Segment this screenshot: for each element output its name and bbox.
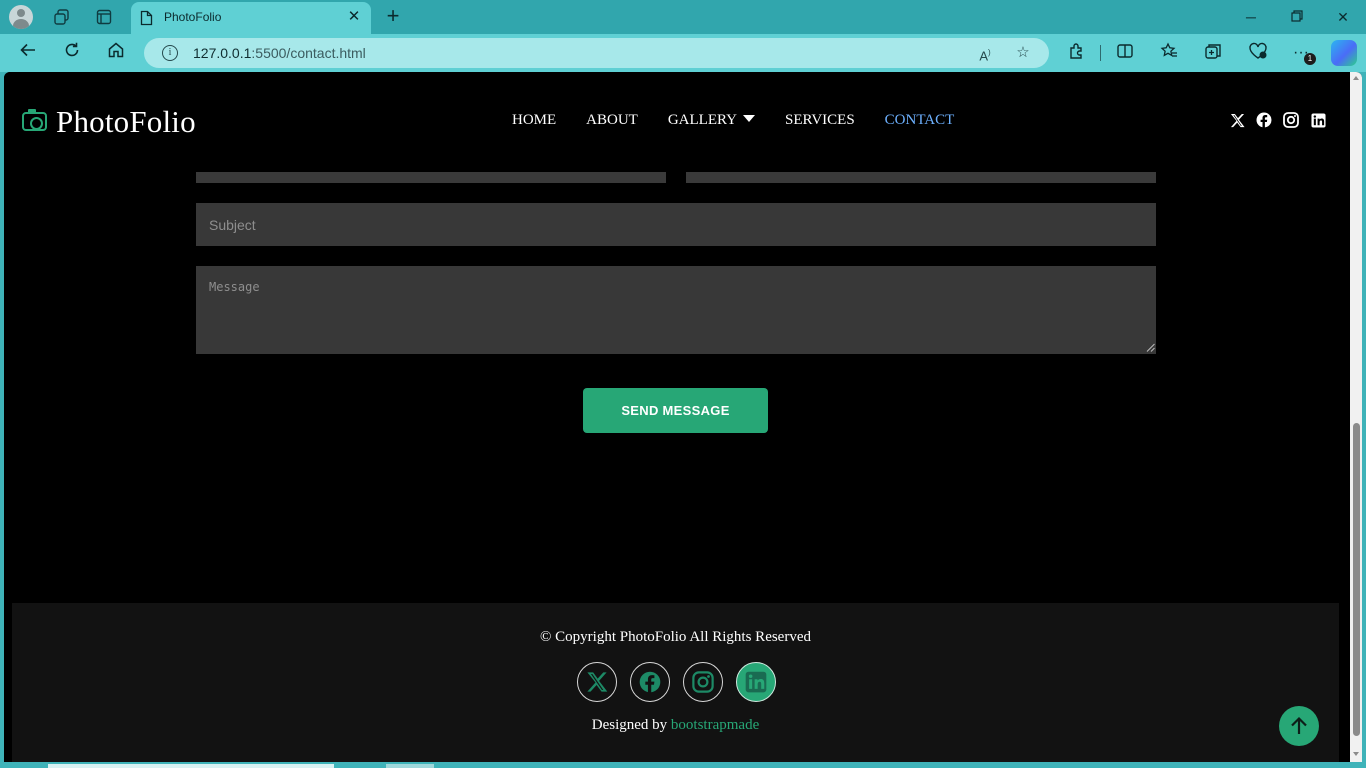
send-message-button[interactable]: SEND MESSAGE xyxy=(583,388,768,433)
main-nav: HOME ABOUT GALLERY SERVICES CONTACT xyxy=(512,112,954,132)
nav-contact[interactable]: CONTACT xyxy=(885,112,955,132)
designed-by: Designed by bootstrapmade xyxy=(12,717,1339,734)
copilot-icon[interactable] xyxy=(1331,40,1357,66)
subject-input[interactable] xyxy=(196,203,1156,246)
page-icon xyxy=(140,10,153,26)
scrollbar-thumb[interactable] xyxy=(1353,423,1360,736)
message-textarea[interactable] xyxy=(196,266,1156,354)
browser-toolbar: i 127.0.0.1:5500/contact.html A) ☆ ··· 1 xyxy=(0,34,1366,72)
address-url[interactable]: 127.0.0.1:5500/contact.html xyxy=(193,45,366,61)
back-icon[interactable] xyxy=(16,41,40,65)
site-footer: © Copyright PhotoFolio All Rights Reserv… xyxy=(12,603,1339,762)
footer-linkedin-icon[interactable] xyxy=(736,662,776,702)
close-tab-icon[interactable]: ✕ xyxy=(345,8,363,26)
linkedin-icon[interactable] xyxy=(1310,112,1326,128)
taskbar-preview-strip xyxy=(0,762,1366,768)
minimize-icon[interactable]: ─ xyxy=(1239,6,1263,28)
tab-title: PhotoFolio xyxy=(164,10,222,24)
name-field[interactable] xyxy=(196,172,666,183)
profile-avatar-icon[interactable] xyxy=(9,5,33,29)
extensions-icon[interactable] xyxy=(1066,42,1088,64)
favorites-icon[interactable] xyxy=(1158,42,1180,64)
footer-instagram-icon[interactable] xyxy=(683,662,723,702)
footer-social-links xyxy=(577,662,776,702)
footer-x-icon[interactable] xyxy=(577,662,617,702)
scroll-to-top-button[interactable] xyxy=(1279,706,1319,746)
address-bar[interactable]: i 127.0.0.1:5500/contact.html A) ☆ xyxy=(144,38,1049,68)
site-logo[interactable]: PhotoFolio xyxy=(56,104,196,140)
scroll-up-icon[interactable] xyxy=(1353,76,1359,80)
x-icon[interactable] xyxy=(1229,112,1245,128)
read-aloud-icon[interactable]: A) xyxy=(975,43,995,63)
new-tab-icon[interactable]: + xyxy=(382,4,404,28)
nav-about[interactable]: ABOUT xyxy=(586,112,638,132)
facebook-icon[interactable] xyxy=(1256,112,1272,128)
arrow-up-icon xyxy=(1291,716,1307,734)
nav-services[interactable]: SERVICES xyxy=(785,112,855,132)
page-scrollbar[interactable] xyxy=(1350,72,1362,762)
instagram-icon[interactable] xyxy=(1283,112,1299,128)
nav-home[interactable]: HOME xyxy=(512,112,556,132)
camera-icon[interactable] xyxy=(22,109,47,131)
nav-gallery-label: GALLERY xyxy=(667,112,738,128)
site-header: PhotoFolio HOME ABOUT GALLERY SERVICES C… xyxy=(4,72,1350,172)
browser-tab-bar: PhotoFolio ✕ + ─ ✕ xyxy=(0,0,1366,34)
email-field[interactable] xyxy=(686,172,1156,183)
caret-down-icon xyxy=(743,115,756,122)
browser-essentials-icon[interactable] xyxy=(1247,42,1269,64)
refresh-icon[interactable] xyxy=(60,41,84,65)
site-info-icon[interactable]: i xyxy=(162,45,178,61)
home-icon[interactable] xyxy=(104,41,128,65)
header-social-links xyxy=(1229,112,1326,128)
split-screen-icon[interactable] xyxy=(1114,42,1136,64)
credit-link[interactable]: bootstrapmade xyxy=(671,717,759,733)
close-window-icon[interactable]: ✕ xyxy=(1331,6,1355,28)
active-tab[interactable]: PhotoFolio ✕ xyxy=(131,2,371,34)
notification-badge: 1 xyxy=(1304,53,1316,65)
restore-icon[interactable] xyxy=(1285,6,1309,28)
tab-actions-icon[interactable] xyxy=(92,5,116,29)
scroll-down-icon[interactable] xyxy=(1353,752,1359,756)
favorite-star-icon[interactable]: ☆ xyxy=(1013,43,1033,63)
page-viewport: PhotoFolio HOME ABOUT GALLERY SERVICES C… xyxy=(4,72,1362,762)
resize-grip-icon[interactable] xyxy=(1146,343,1155,352)
nav-gallery[interactable]: GALLERY xyxy=(667,112,756,132)
designed-by-label: Designed by xyxy=(591,717,668,733)
collections-icon[interactable] xyxy=(1202,42,1224,64)
workspaces-icon[interactable] xyxy=(50,5,74,29)
footer-facebook-icon[interactable] xyxy=(630,662,670,702)
toolbar-divider xyxy=(1100,45,1101,61)
copyright-text: © Copyright PhotoFolio All Rights Reserv… xyxy=(540,629,811,645)
